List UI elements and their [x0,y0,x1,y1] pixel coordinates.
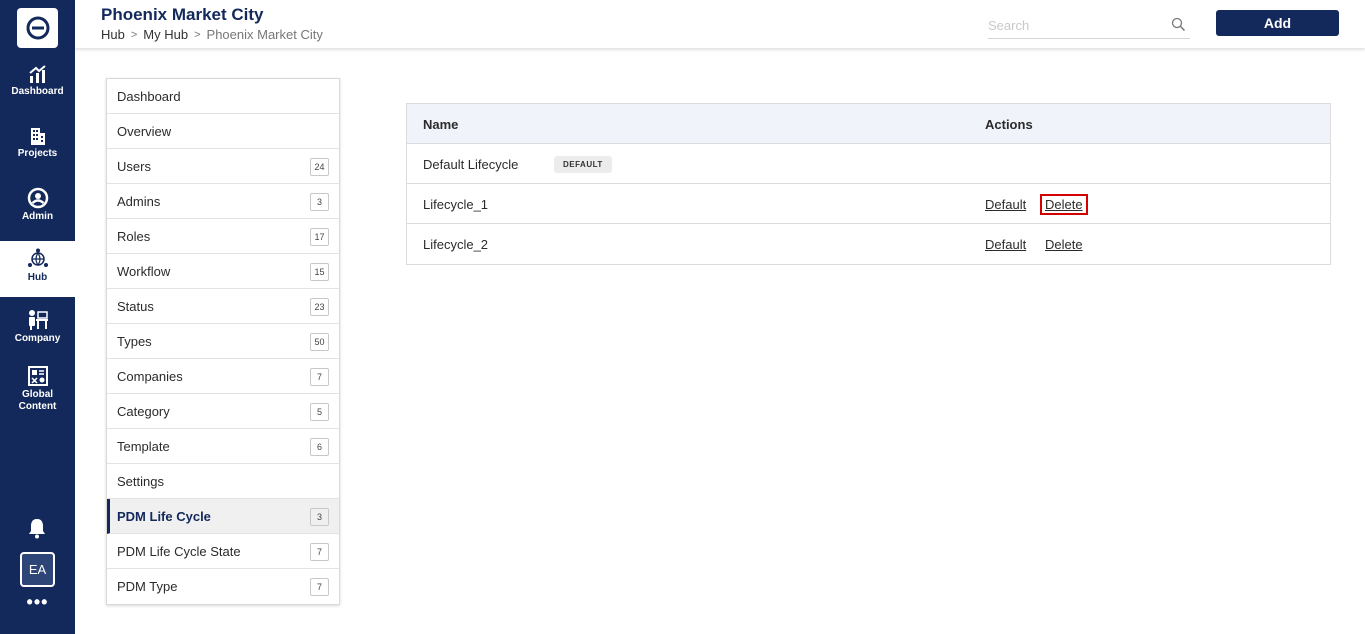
menu-item-label: Types [117,333,152,349]
top-header: Phoenix Market City Hub > My Hub > Phoen… [75,0,1365,48]
logo-icon [26,16,49,40]
nav-label: Admin [21,211,54,222]
add-button[interactable]: Add [1216,10,1339,36]
menu-item-label: PDM Life Cycle [117,508,211,524]
building-icon [30,128,45,145]
count-badge: 7 [310,368,329,386]
count-badge: 50 [310,333,329,351]
chart-growth-icon [28,65,46,83]
lifecycle-name: Lifecycle_1 [423,197,489,212]
nav-label: Hub [27,272,48,283]
count-badge: 15 [310,263,329,281]
default-badge: DEFAULT [554,156,612,173]
count-badge: 6 [310,438,329,456]
breadcrumb: Hub > My Hub > Phoenix Market City [101,27,323,42]
menu-item-pdm-type[interactable]: PDM Type 7 [107,569,339,604]
breadcrumb-item-my-hub[interactable]: My Hub [143,27,188,42]
nav-admin[interactable]: Admin [0,187,75,223]
menu-item-overview[interactable]: Overview [107,114,339,149]
menu-item-users[interactable]: Users 24 [107,149,339,184]
menu-item-label: Template [117,438,170,454]
chevron-right-icon: > [130,28,138,41]
menu-item-label: Status [117,298,154,314]
breadcrumb-item-hub[interactable]: Hub [101,27,125,42]
table-row: Lifecycle_1 Default Delete [407,184,1330,224]
menu-item-pdm-life-cycle-state[interactable]: PDM Life Cycle State 7 [107,534,339,569]
lifecycle-name: Lifecycle_2 [423,237,489,252]
menu-item-pdm-life-cycle[interactable]: PDM Life Cycle 3 [107,499,339,534]
menu-item-companies[interactable]: Companies 7 [107,359,339,394]
menu-item-roles[interactable]: Roles 17 [107,219,339,254]
column-header-name: Name [423,117,459,132]
chevron-right-icon: > [194,28,201,41]
admin-gear-icon [27,187,48,209]
lifecycle-table: Name Actions Default Lifecycle DEFAULT L… [406,103,1331,265]
count-badge: 5 [310,403,329,421]
nav-label: Projects [17,148,58,159]
menu-item-label: Settings [117,473,164,489]
menu-item-category[interactable]: Category 5 [107,394,339,429]
menu-item-workflow[interactable]: Workflow 15 [107,254,339,289]
menu-item-label: Roles [117,228,151,244]
left-nav-rail: Dashboard Projects Admin Hub Company Glo… [0,0,75,634]
menu-item-template[interactable]: Template 6 [107,429,339,464]
nav-global-content[interactable]: Global Content [0,365,75,413]
count-badge: 24 [310,158,329,176]
count-badge: 7 [310,578,329,596]
bell-icon [29,519,45,539]
set-default-link[interactable]: Default [985,197,1026,212]
hub-globe-icon [27,248,48,267]
menu-item-label: Users [117,158,151,174]
lifecycle-name: Default Lifecycle [423,157,519,172]
nav-label: Dashboard [11,86,64,97]
menu-item-types[interactable]: Types 50 [107,324,339,359]
menu-item-label: PDM Life Cycle State [117,543,241,559]
menu-item-status[interactable]: Status 23 [107,289,339,324]
search-box [988,14,1190,39]
nav-company[interactable]: Company [0,309,75,345]
delete-link[interactable]: Delete [1040,194,1088,215]
menu-item-label: Category [117,403,170,419]
menu-item-label: Dashboard [117,88,181,104]
set-default-link[interactable]: Default [985,237,1026,252]
table-row: Default Lifecycle DEFAULT [407,144,1330,184]
page-title: Phoenix Market City [101,5,264,24]
column-header-actions: Actions [985,117,1033,132]
count-badge: 3 [310,508,329,526]
menu-item-label: Workflow [117,263,171,279]
search-input[interactable] [988,14,1158,36]
notifications-bell[interactable] [27,517,47,544]
menu-item-label: Overview [117,123,172,139]
count-badge: 17 [310,228,329,246]
menu-item-settings[interactable]: Settings [107,464,339,499]
nav-label: Company [14,333,61,344]
user-avatar[interactable]: EA [20,552,55,587]
count-badge: 3 [310,193,329,211]
search-icon[interactable] [1171,17,1186,32]
count-badge: 7 [310,543,329,561]
menu-item-dashboard[interactable]: Dashboard [107,79,339,114]
nav-label: Global Content [18,389,57,412]
count-badge: 23 [310,298,329,316]
hub-settings-menu: Dashboard Overview Users 24 Admins 3 Roles… [106,78,340,605]
table-row: Lifecycle_2 Default Delete [407,224,1330,264]
delete-link[interactable]: Delete [1045,237,1083,252]
menu-item-label: Admins [117,193,161,209]
breadcrumb-item-current: Phoenix Market City [206,27,323,42]
menu-item-label: PDM Type [117,579,178,594]
menu-item-label: Companies [117,368,183,384]
nav-dashboard[interactable]: Dashboard [0,64,75,98]
nav-projects[interactable]: Projects [0,126,75,160]
menu-item-admins[interactable]: Admins 3 [107,184,339,219]
table-header: Name Actions [407,104,1330,144]
global-content-icon [27,366,48,386]
more-options-icon[interactable]: ••• [0,592,75,613]
app-logo[interactable] [17,8,58,48]
company-desk-icon [28,310,48,330]
nav-hub[interactable]: Hub [0,241,75,297]
